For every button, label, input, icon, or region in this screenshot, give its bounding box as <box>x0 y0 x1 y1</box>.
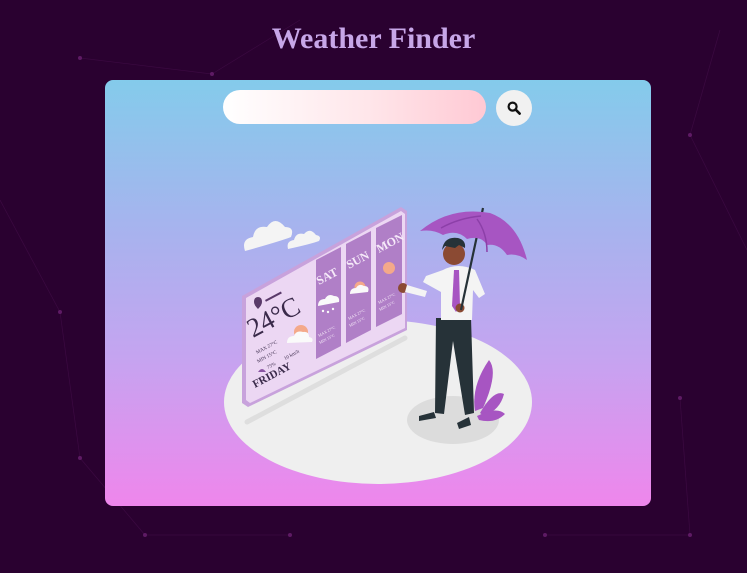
sun-icon <box>383 262 395 274</box>
page-title: Weather Finder <box>271 22 476 55</box>
weather-card: 24°C MAX 27°C MIN 15°C 75% 10 km/h FRIDA… <box>105 80 651 506</box>
weather-illustration: 24°C MAX 27°C MIN 15°C 75% 10 km/h FRIDA… <box>224 207 532 484</box>
umbrella-icon <box>420 207 527 311</box>
cloud-icon <box>244 221 320 251</box>
